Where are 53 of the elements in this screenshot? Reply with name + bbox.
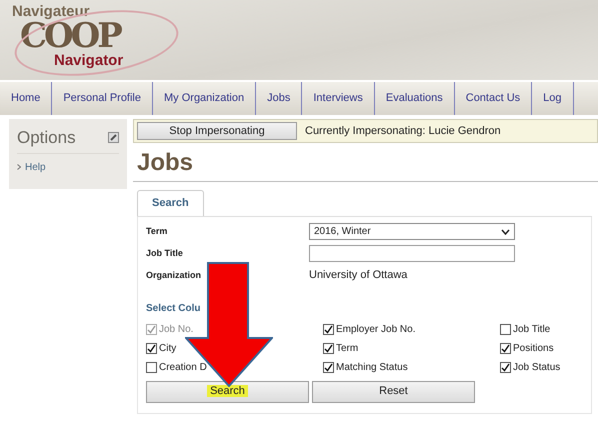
checkmark-icon: [147, 344, 156, 352]
nav-link[interactable]: Personal Profile: [52, 82, 153, 115]
bullet-icon: [17, 164, 21, 170]
page-title: Jobs: [137, 151, 194, 175]
checkbox-label: Employer Job No.: [336, 322, 416, 336]
field-label: Organization: [146, 268, 202, 282]
checkbox[interactable]: [500, 324, 511, 334]
reset-button[interactable]: Reset: [312, 380, 475, 402]
stop-impersonating-button[interactable]: Stop Impersonating: [137, 122, 297, 140]
nav-link[interactable]: My Organization: [153, 82, 256, 115]
logo-text: COOP: [20, 19, 120, 53]
checkbox-label: Matching Status: [336, 360, 408, 374]
checkbox-label: Job Title: [513, 322, 550, 336]
checkmark-icon: [147, 324, 156, 334]
checkbox[interactable]: [500, 342, 511, 354]
logo-text: Navigateur: [12, 4, 90, 19]
field-label: Term: [146, 224, 168, 238]
section-heading: Select Colu: [146, 302, 200, 316]
nav-link[interactable]: Interviews: [302, 82, 375, 115]
job-title-field[interactable]: [309, 245, 515, 262]
checkmark-icon: [501, 344, 510, 352]
nav-link[interactable]: Home: [0, 82, 52, 115]
checkbox[interactable]: [500, 362, 511, 372]
nav-link[interactable]: Contact Us: [454, 82, 532, 115]
nav-link[interactable]: Jobs: [256, 82, 302, 115]
impersonation-message: Currently Impersonating: Lucie Gendron: [305, 124, 501, 139]
sidebar-link[interactable]: Help: [17, 160, 119, 174]
checkbox-label: Job No.: [159, 322, 194, 336]
checkmark-icon: [324, 362, 333, 372]
checkmark-icon: [324, 344, 333, 352]
search-button[interactable]: Search: [146, 380, 309, 402]
checkbox[interactable]: [146, 362, 157, 372]
field-label: Job Title: [146, 246, 184, 260]
checkbox-label: Creation D: [159, 360, 207, 374]
checkbox[interactable]: [323, 362, 334, 372]
checkmark-icon: [324, 324, 333, 334]
checkbox[interactable]: [323, 342, 334, 354]
checkbox-label: City: [159, 342, 176, 356]
search-tab[interactable]: Search: [137, 190, 204, 216]
nav-link[interactable]: Log: [532, 82, 574, 115]
checkbox-label: Job Status: [513, 360, 560, 374]
term-select[interactable]: 2016, Winter: [309, 223, 515, 240]
logo-text: Navigator: [54, 53, 124, 68]
checkbox-label: Term: [336, 342, 358, 356]
sidebar-title: Options: [17, 127, 76, 149]
edit-icon[interactable]: [108, 132, 119, 144]
checkbox[interactable]: [323, 324, 334, 334]
checkmark-icon: [501, 362, 510, 372]
checkbox-label: Positions: [513, 342, 554, 356]
checkbox[interactable]: [146, 342, 157, 354]
nav-link[interactable]: Evaluations: [374, 82, 455, 115]
chevron-icon: [501, 228, 510, 234]
organization-value: University of Ottawa: [309, 268, 408, 284]
